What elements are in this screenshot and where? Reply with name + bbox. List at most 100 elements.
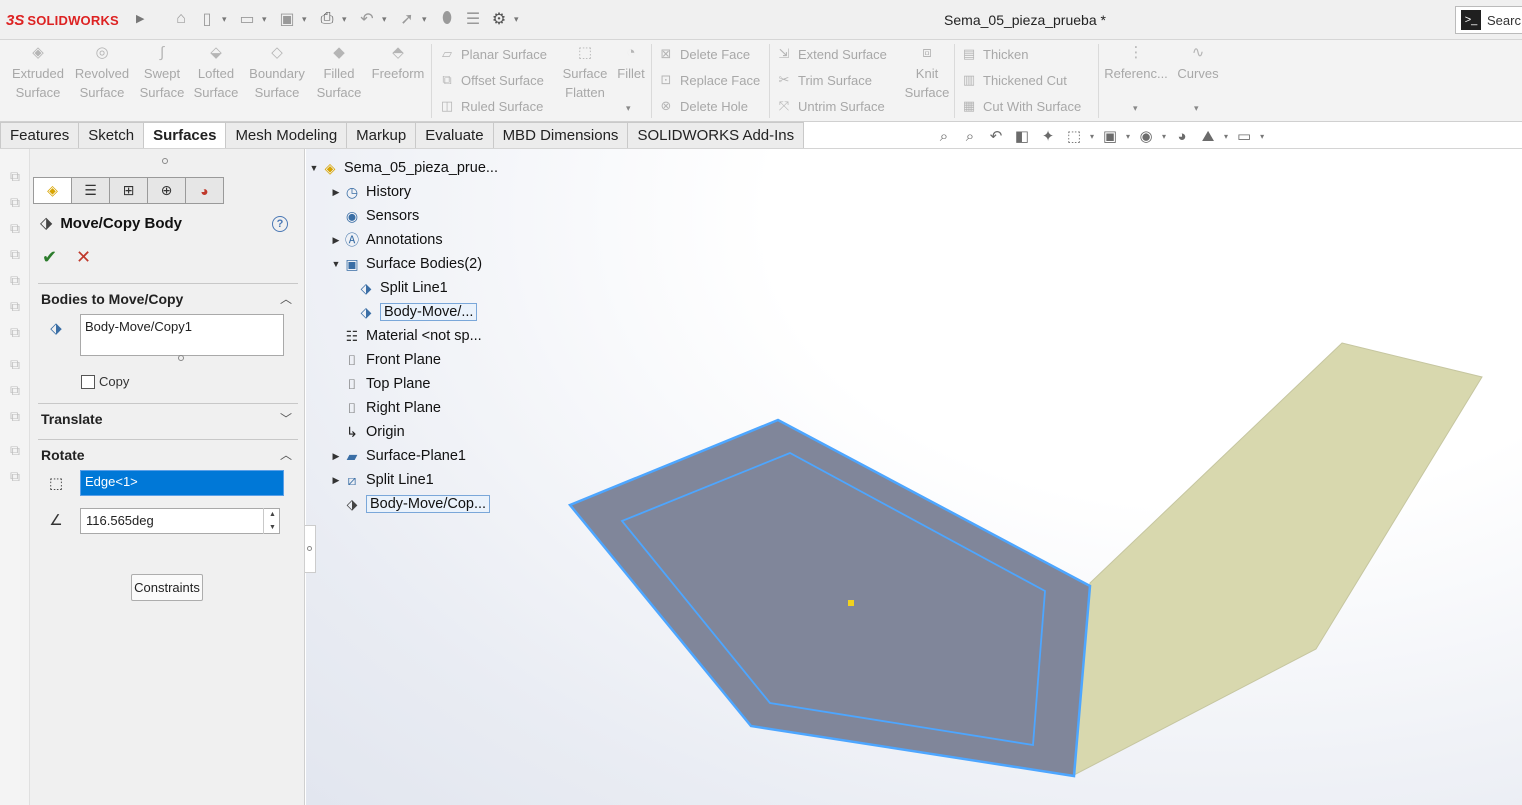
rotation-angle-input[interactable]: 116.565deg [80, 508, 280, 534]
cut-with-surface-button[interactable]: ▦ Cut With Surface [960, 97, 1081, 115]
zoom-to-fit-icon[interactable]: ⌕ [934, 126, 954, 146]
adjacent-surface-body[interactable] [1073, 342, 1483, 776]
spin-down-icon[interactable]: ▼ [269, 524, 276, 531]
rebuild-icon[interactable]: ⬮ [436, 8, 458, 30]
view-settings-dropdown-icon[interactable]: ▾ [1260, 132, 1264, 141]
freeform-button[interactable]: ⬘ Freeform [368, 44, 428, 83]
new-document-icon[interactable]: ▯ [196, 8, 218, 30]
tree-item-sensors[interactable]: ◉ Sensors [330, 205, 419, 227]
edit-appearance-icon[interactable]: ◕ [1172, 126, 1192, 146]
bodies-section-header[interactable]: Bodies to Move/Copy ︿ [38, 283, 298, 313]
select-dropdown-icon[interactable]: ▾ [422, 14, 432, 25]
curves-button[interactable]: ∿ Curves [1172, 44, 1224, 83]
surface-flatten-button[interactable]: ⬚ Surface Flatten [558, 44, 612, 102]
tab-mbd-dimensions[interactable]: MBD Dimensions [493, 122, 629, 149]
tree-item-body-split-line[interactable]: ⬗ Split Line1 [356, 277, 448, 299]
collapse-arrow-icon[interactable]: ▼ [308, 163, 320, 173]
feature-manager-tab-icon[interactable]: ☰ [71, 177, 110, 204]
tree-item-surface-plane[interactable]: ▶ ▰ Surface-Plane1 [330, 445, 466, 467]
offset-surface-button[interactable]: ⧉ Offset Surface [438, 71, 544, 89]
feature-icon[interactable]: ⧉ [6, 193, 24, 211]
display-manager-tab-icon[interactable]: ◕ [185, 177, 224, 204]
open-folder-icon[interactable]: ▭ [236, 8, 258, 30]
copy-checkbox[interactable]: Copy [81, 374, 129, 389]
tab-evaluate[interactable]: Evaluate [416, 122, 494, 149]
tree-item-history[interactable]: ▶ ◷ History [330, 181, 412, 203]
list-resize-grip-icon[interactable] [178, 355, 184, 361]
print-icon[interactable]: ⎙ [316, 8, 338, 30]
tree-item-split-line[interactable]: ▶ ⧄ Split Line1 [330, 469, 434, 491]
options-gear-icon[interactable]: ⚙ [488, 8, 510, 30]
configuration-manager-tab-icon[interactable]: ⊞ [109, 177, 148, 204]
selected-body-item[interactable]: Body-Move/Copy1 [85, 319, 192, 334]
solidworks-logo[interactable]: 3S SOLIDWORKS [6, 10, 119, 30]
print-dropdown-icon[interactable]: ▾ [342, 14, 352, 25]
collapse-arrow-icon[interactable]: ▼ [330, 259, 342, 269]
tree-root-part[interactable]: ▼ ◈ Sema_05_pieza_prue... [308, 157, 498, 179]
feature-icon[interactable]: ⧉ [6, 467, 24, 485]
tab-sketch[interactable]: Sketch [79, 122, 145, 149]
tab-surfaces[interactable]: Surfaces [144, 122, 227, 149]
filled-surface-button[interactable]: ◆ Filled Surface [313, 44, 365, 102]
expand-arrow-icon[interactable]: ▶ [330, 451, 342, 462]
feature-icon[interactable]: ⧉ [6, 381, 24, 399]
section-view-icon[interactable]: ◧ [1012, 126, 1032, 146]
angle-spinner[interactable]: ▲ ▼ [263, 508, 281, 534]
open-dropdown-icon[interactable]: ▾ [262, 14, 272, 25]
feature-icon[interactable]: ⧉ [6, 219, 24, 237]
trim-surface-button[interactable]: ✂ Trim Surface [775, 71, 872, 89]
save-icon[interactable]: ▣ [276, 8, 298, 30]
thicken-button[interactable]: ▤ Thicken [960, 45, 1029, 63]
tab-mesh-modeling[interactable]: Mesh Modeling [226, 122, 348, 149]
options-dropdown-icon[interactable]: ▾ [514, 14, 524, 25]
delete-face-button[interactable]: ⊠ Delete Face [657, 45, 751, 63]
tree-item-top-plane[interactable]: ⌷ Top Plane [330, 373, 431, 395]
curves-dropdown-icon[interactable]: ▾ [1194, 103, 1199, 114]
tree-item-surface-bodies[interactable]: ▼ ▣ Surface Bodies(2) [330, 253, 483, 275]
undo-dropdown-icon[interactable]: ▾ [382, 14, 392, 25]
tree-item-front-plane[interactable]: ⌷ Front Plane [330, 349, 441, 371]
cancel-button[interactable]: ✕ [76, 247, 91, 268]
translate-section-header[interactable]: Translate ﹀ [38, 403, 298, 433]
panel-grip-icon[interactable] [162, 158, 168, 164]
tab-markup[interactable]: Markup [347, 122, 417, 149]
graphics-area[interactable] [306, 149, 1522, 805]
reference-dropdown-icon[interactable]: ▾ [1133, 103, 1138, 114]
hide-show-items-icon[interactable]: ◉ [1136, 126, 1156, 146]
expand-arrow-icon[interactable]: ▶ [330, 475, 342, 486]
feature-icon[interactable]: ⧉ [6, 407, 24, 425]
apply-scene-dropdown-icon[interactable]: ▾ [1224, 132, 1228, 141]
tree-item-body-move-copy-child[interactable]: ⬗ Body-Move/... [356, 301, 478, 323]
lofted-surface-button[interactable]: ⬙ Lofted Surface [190, 44, 242, 102]
fillet-dropdown-icon[interactable]: ▾ [626, 103, 631, 114]
dimxpert-manager-tab-icon[interactable]: ⊕ [147, 177, 186, 204]
display-style-icon[interactable]: ▣ [1100, 126, 1120, 146]
file-properties-icon[interactable]: ☰ [462, 8, 484, 30]
feature-icon[interactable]: ⧉ [6, 323, 24, 341]
replace-face-button[interactable]: ⊡ Replace Face [657, 71, 761, 89]
rotation-reference-field[interactable]: Edge<1> [80, 470, 284, 496]
tree-item-origin[interactable]: ↳ Origin [330, 421, 405, 443]
expand-arrow-icon[interactable]: ▶ [330, 235, 342, 246]
property-manager-tab-icon[interactable]: ◈ [33, 177, 72, 204]
feature-icon[interactable]: ⧉ [6, 245, 24, 263]
view-orientation-icon[interactable]: ⬚ [1064, 126, 1084, 146]
untrim-surface-button[interactable]: ⤧ Untrim Surface [775, 97, 885, 115]
tree-item-right-plane[interactable]: ⌷ Right Plane [330, 397, 441, 419]
constraints-button[interactable]: Constraints [131, 574, 203, 601]
view-settings-icon[interactable]: ▭ [1234, 126, 1254, 146]
rotate-section-header[interactable]: Rotate ︿ [38, 439, 298, 469]
knit-surface-button[interactable]: ⧈ Knit Surface [902, 44, 952, 102]
tab-solidworks-add-ins[interactable]: SOLIDWORKS Add-Ins [628, 122, 805, 149]
tree-item-annotations[interactable]: ▶ Ⓐ Annotations [330, 229, 443, 251]
tree-item-body-move-copy[interactable]: ⬗ Body-Move/Cop... [330, 493, 491, 515]
apply-scene-icon[interactable]: ⛰ [1198, 126, 1218, 146]
view-orientation-dropdown-icon[interactable]: ▾ [1090, 132, 1094, 141]
search-commands-box[interactable]: >_ Searc [1455, 6, 1522, 34]
fillet-button[interactable]: ◔ Fillet [614, 44, 648, 83]
checkbox-box[interactable] [81, 374, 95, 389]
bodies-selection-list[interactable]: Body-Move/Copy1 [80, 314, 284, 356]
feature-icon[interactable]: ⧉ [6, 271, 24, 289]
model-view[interactable] [306, 149, 1522, 805]
moved-surface-body[interactable] [567, 418, 1092, 778]
